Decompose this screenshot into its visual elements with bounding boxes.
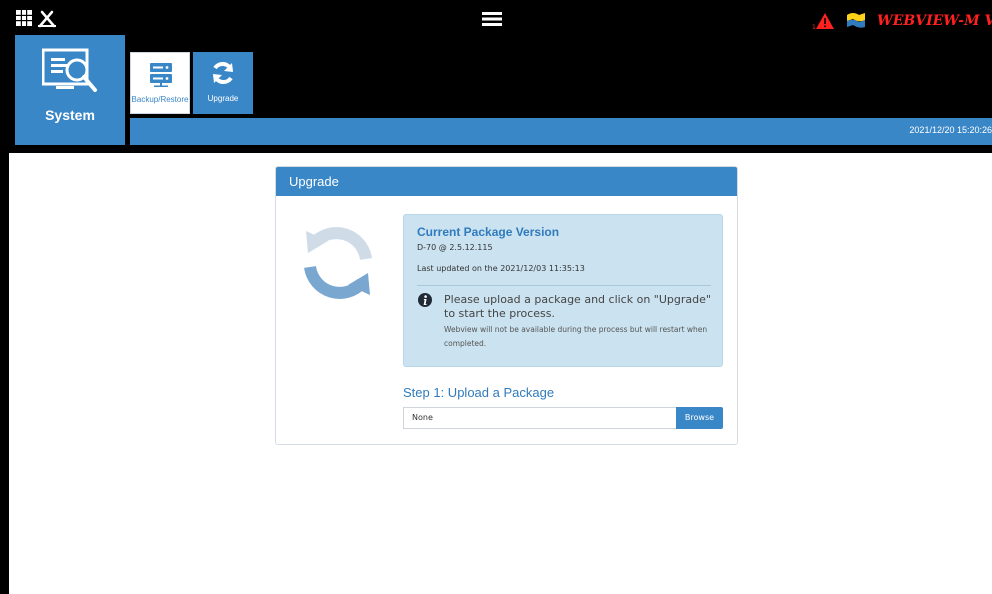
system-label: System (45, 107, 95, 123)
info-heading: Current Package Version (417, 225, 560, 239)
package-file-input[interactable]: None (403, 407, 677, 429)
panel-title: Upgrade (276, 167, 737, 196)
info-divider (417, 285, 711, 286)
last-updated: Last updated on the 2021/12/03 11:35:13 (417, 264, 585, 273)
top-bar: 1 WEBVIEW-M V2.7 (0, 0, 992, 40)
step1-title: Step 1: Upload a Package (403, 385, 555, 400)
system-tile[interactable]: System (15, 35, 125, 145)
package-version: D-70 @ 2.5.12.115 (417, 243, 493, 252)
brand-title: WEBVIEW-M V2.7 (877, 13, 992, 29)
warning-count: 1 (812, 24, 816, 30)
info-note: Webview will not be available during the… (444, 325, 708, 348)
grid-icon[interactable] (16, 10, 32, 26)
tab-upgrade-label: Upgrade (207, 94, 239, 103)
info-message: Please upload a package and click on "Up… (444, 293, 711, 320)
flag-icon (847, 13, 865, 28)
info-icon (418, 293, 432, 307)
upgrade-panel: Upgrade Current Package Version D-70 @ 2… (275, 166, 738, 445)
warning-icon[interactable]: 1 (812, 12, 834, 30)
upgrade-refresh-icon (304, 227, 372, 299)
sub-nav-bar (130, 118, 992, 145)
browse-button[interactable]: Browse (676, 407, 723, 429)
tab-backup-restore[interactable]: Backup/Restore (130, 52, 190, 114)
current-package-info: Current Package Version D-70 @ 2.5.12.11… (403, 214, 723, 367)
system-monitor-icon (42, 48, 97, 92)
tools-icon[interactable] (37, 9, 57, 29)
datetime: 2021/12/20 15:20:26 (909, 125, 992, 135)
server-icon (150, 63, 172, 87)
refresh-icon (213, 62, 233, 84)
menu-icon[interactable] (482, 11, 502, 27)
tab-backup-restore-label: Backup/Restore (131, 95, 189, 104)
tab-upgrade[interactable]: Upgrade (193, 52, 253, 114)
